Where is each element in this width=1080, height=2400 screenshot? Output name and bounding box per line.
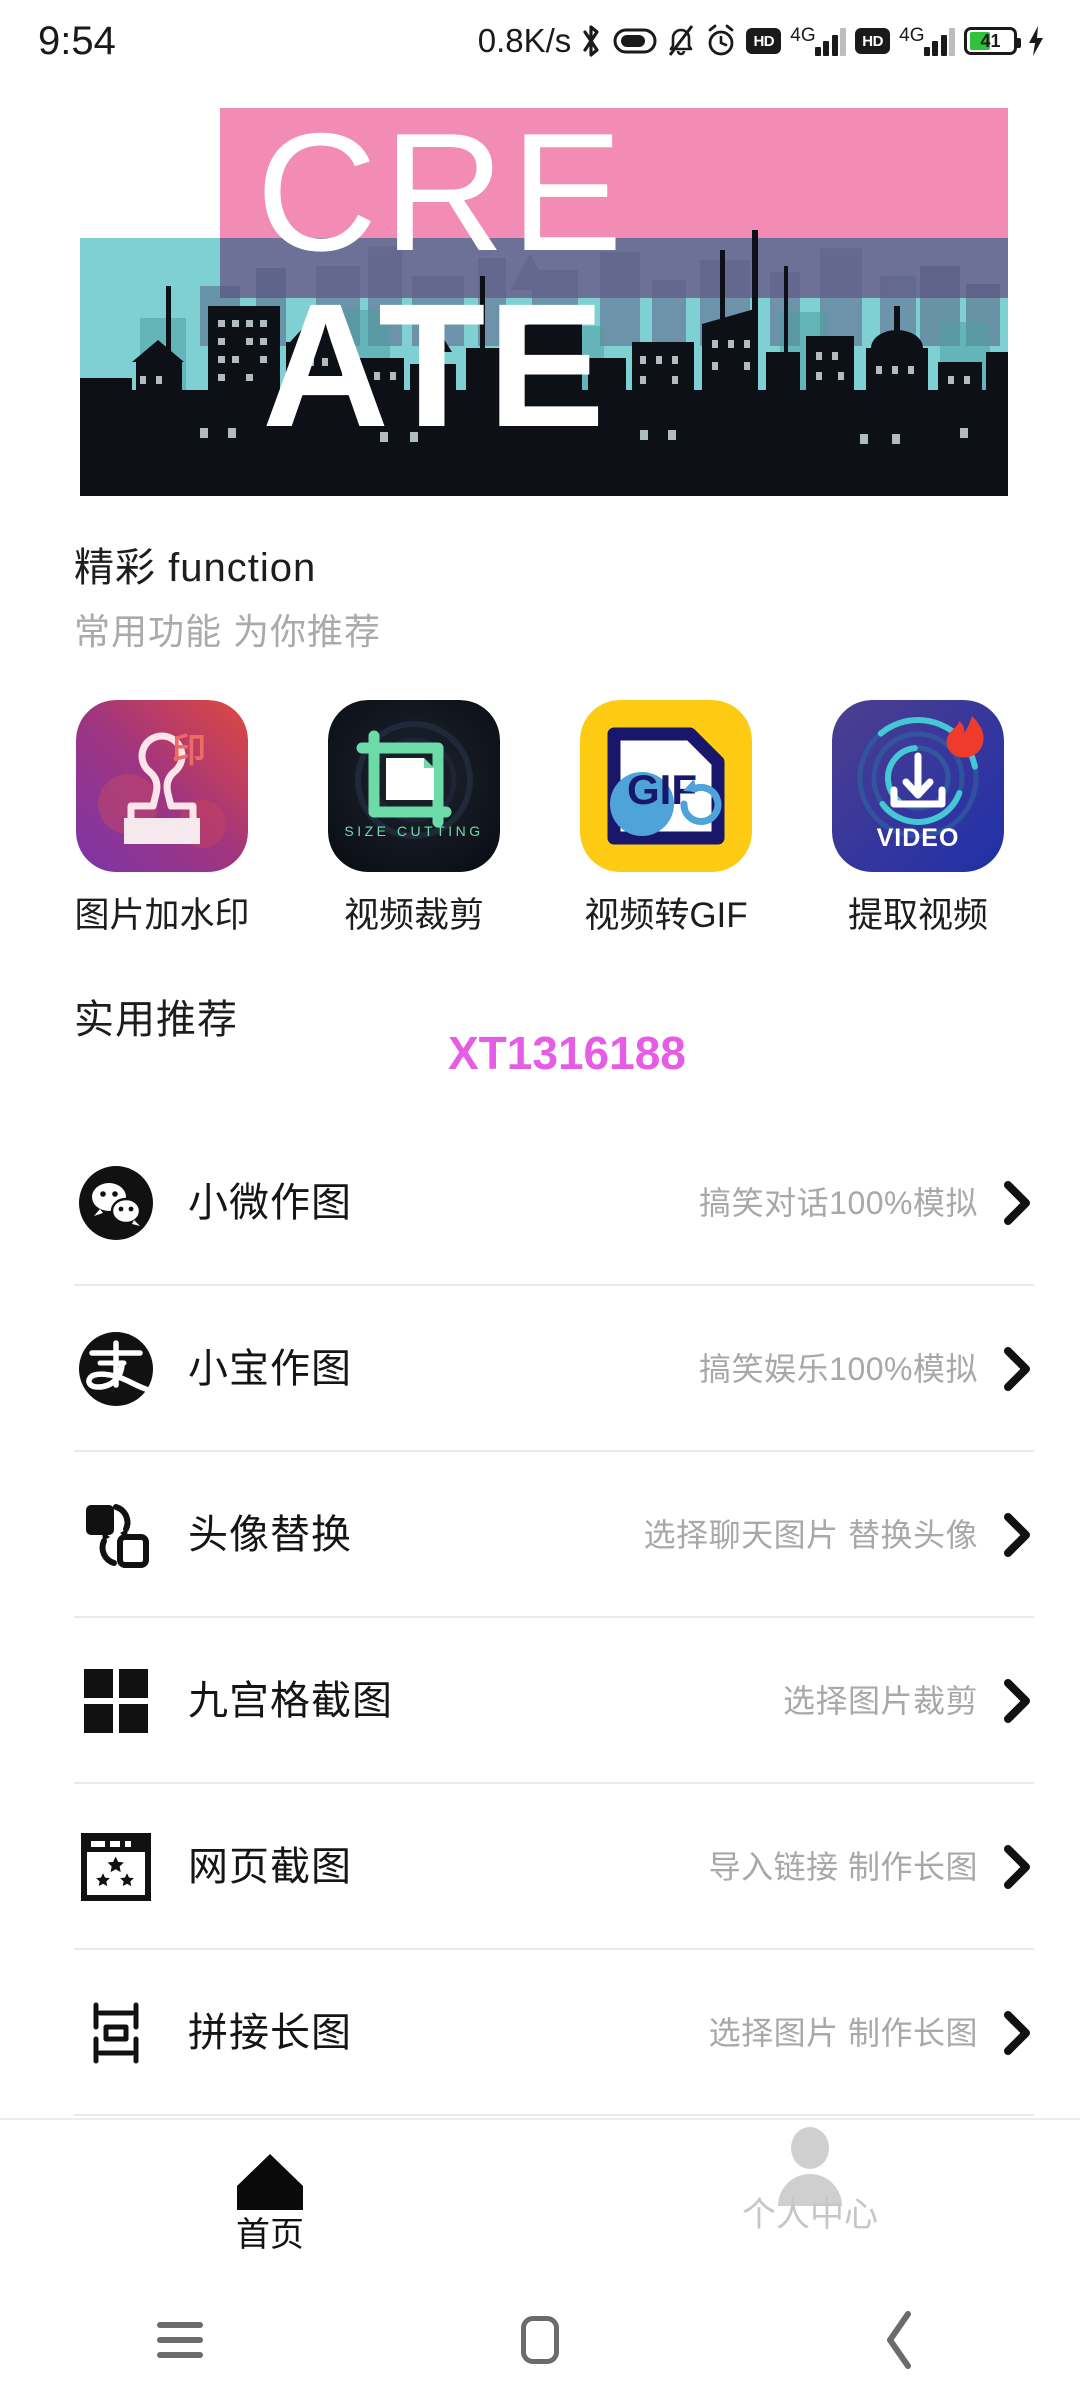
list-item-desc: 导入链接 制作长图 [708,1849,978,1885]
list-item[interactable]: 网页截图 导入链接 制作长图 [0,1784,1080,1950]
feature-label: 图片加水印 [74,896,250,935]
video-download-icon: VIDEO [832,700,1004,872]
network-speed-label: 0.8K/s [477,22,572,59]
swap-avatar-icon [74,1493,158,1577]
signal-bars-2 [923,26,955,56]
status-bar: 9:54 0.8K/s HD 4G HD 4G 41 [0,0,1080,82]
feature-item-video-to-gif[interactable]: GIF 视频转GIF [578,700,754,933]
battery-icon: 41 [964,27,1021,55]
vpn-icon [613,26,657,56]
signal-4g-icon-2: 4G [899,26,955,56]
feature-item-video-crop[interactable]: SIZE CUTTING 视频裁剪 [326,700,502,933]
list-item[interactable]: 拼接长图 选择图片 制作长图 [0,1950,1080,2116]
hd-icon: HD [746,28,782,54]
chevron-right-icon [1000,2009,1034,2057]
svg-text:SIZE CUTTING: SIZE CUTTING [344,823,483,839]
browser-window-icon [74,1825,158,1909]
back-chevron-icon[interactable] [840,2300,960,2380]
tab-label: 个人中心 [742,2196,878,2234]
list-item-desc: 搞笑对话100%模拟 [699,1185,978,1221]
wechat-icon [74,1161,158,1245]
list-item[interactable]: 小微作图 搞笑对话100%模拟 [0,1120,1080,1286]
svg-text:CRE: CRE [256,98,629,286]
chevron-right-icon [1000,1511,1034,1559]
crop-icon: SIZE CUTTING [328,700,500,872]
signal-4g-icon: 4G [790,25,847,56]
section-function-title: 精彩 function [74,546,317,590]
mute-icon [666,24,696,58]
list-item-desc: 选择聊天图片 替换头像 [643,1517,978,1553]
svg-text:VIDEO: VIDEO [877,824,960,852]
list-item-title: 拼接长图 [188,2011,352,2055]
recents-lines [157,2322,203,2358]
alipay-icon [74,1327,158,1411]
home-icon [233,2148,307,2214]
status-time: 9:54 [38,18,116,63]
android-nav-bar [0,2280,1080,2400]
create-banner[interactable]: CRE ATE [80,90,1008,496]
tab-profile[interactable]: 个人中心 [540,2120,1080,2280]
list-item-title: 九宫格截图 [188,1679,393,1723]
feature-item-watermark[interactable]: 印 图片加水印 [74,700,250,933]
list-item[interactable]: 九宫格截图 选择图片裁剪 [0,1618,1080,1784]
list-item-title: 网页截图 [188,1845,352,1889]
battery-level-label: 41 [980,31,1001,51]
bluetooth-icon [578,23,604,59]
list-item-desc: 选择图片裁剪 [782,1683,978,1719]
list-item-desc: 搞笑娱乐100%模拟 [699,1351,978,1387]
bottom-tab-bar: 首页 个人中心 [0,2118,1080,2280]
chevron-right-icon [1000,1179,1034,1227]
stitch-icon [74,1991,158,2075]
grid-icon [74,1659,158,1743]
feature-label: 视频裁剪 [343,896,484,935]
hd-icon-2: HD [855,28,891,54]
list-item-title: 小宝作图 [188,1347,352,1391]
section-recommend-header: 实用推荐 [74,1000,238,1040]
home-square-icon[interactable] [480,2300,600,2380]
watermark-text: XT1316188 [448,1027,686,1079]
stamp-icon: 印 [76,700,248,872]
signal-bars [814,26,847,56]
tab-label: 首页 [236,2216,304,2254]
feature-label: 提取视频 [847,896,988,935]
chevron-right-icon [1000,1843,1034,1891]
banner-artwork: CRE ATE [80,90,1008,496]
recents-menu-icon[interactable] [120,2300,240,2380]
feature-grid: 印 图片加水印 SIZE CUTTING 视频裁剪 GIF 视频转GIF VID… [74,700,1006,933]
recommend-list: 小微作图 搞笑对话100%模拟 小宝作图 搞笑娱乐100%模拟 头像替换 选择聊… [0,1120,1080,2116]
tab-home[interactable]: 首页 [0,2120,540,2280]
chevron-right-icon [1000,1677,1034,1725]
status-icons: 0.8K/s HD 4G HD 4G 41 [478,22,1046,60]
feature-label: 视频转GIF [584,896,748,935]
network-type-label-2: 4G [899,25,925,46]
list-item[interactable]: 小宝作图 搞笑娱乐100%模拟 [0,1286,1080,1452]
list-item[interactable]: 头像替换 选择聊天图片 替换头像 [0,1452,1080,1618]
list-item-desc: 选择图片 制作长图 [708,2015,978,2051]
charging-bolt-icon [1026,24,1046,58]
list-item-title: 小微作图 [188,1181,352,1225]
section-function-header: 精彩 function 常用功能 为你推荐 [74,548,381,650]
chevron-right-icon [1000,1345,1034,1393]
section-recommend-title: 实用推荐 [74,998,238,1042]
svg-text:ATE: ATE [262,268,607,464]
app-screen: 9:54 0.8K/s HD 4G HD 4G 41 CRE ATE 精彩 fu… [0,0,1080,2400]
home-square-shape [521,2316,559,2364]
feature-item-extract-video[interactable]: VIDEO 提取视频 [830,700,1006,933]
list-item-title: 头像替换 [188,1513,352,1557]
gif-file-icon: GIF [580,700,752,872]
alarm-icon [705,24,737,58]
section-function-subtitle: 常用功能 为你推荐 [74,611,382,652]
network-type-label: 4G [790,25,816,46]
svg-text:印: 印 [172,732,206,770]
